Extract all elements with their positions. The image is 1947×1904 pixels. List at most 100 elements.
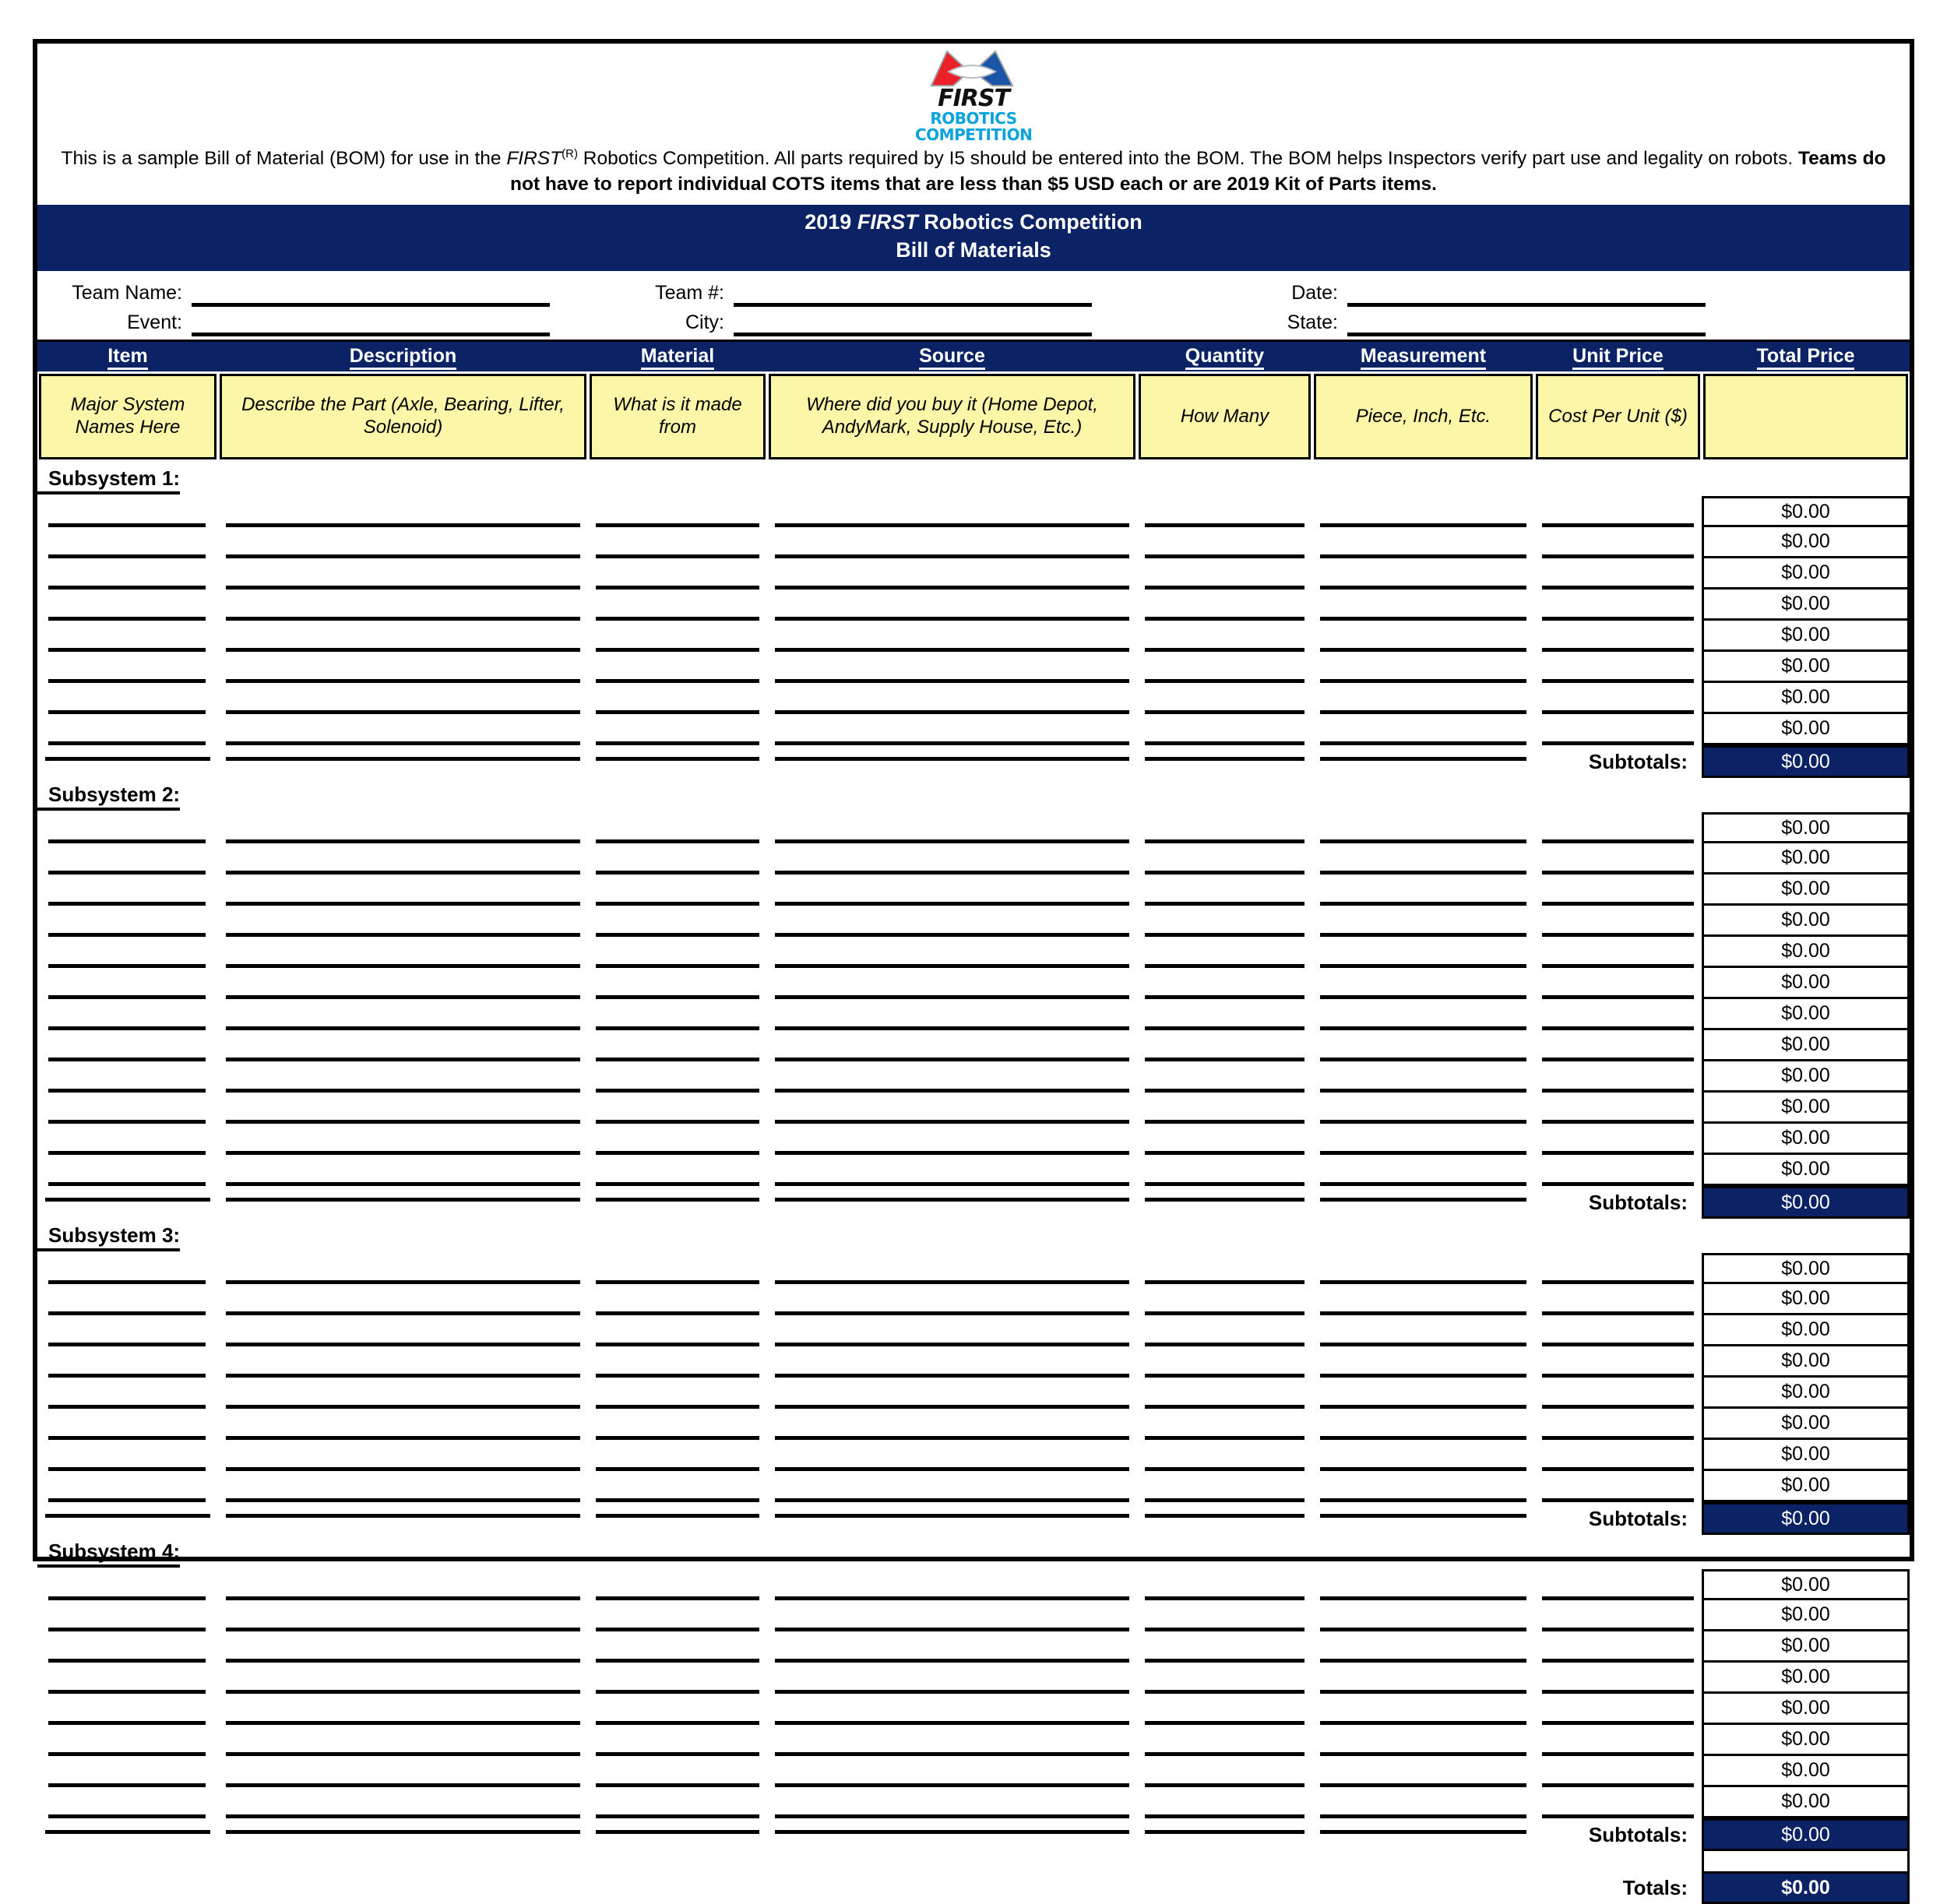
entry-field-line[interactable] <box>48 843 206 875</box>
entry-field-line[interactable] <box>48 1725 206 1757</box>
entry-field-line[interactable] <box>226 1378 580 1410</box>
entry-field-line[interactable] <box>1320 1725 1526 1757</box>
entry-field-line[interactable] <box>775 906 1129 938</box>
entry-field-line[interactable] <box>48 652 206 684</box>
entry-field-line[interactable] <box>1542 1093 1694 1124</box>
entry-field-line[interactable] <box>226 968 580 1000</box>
table-row[interactable]: $0.00 <box>37 968 1910 1000</box>
entry-field-line[interactable] <box>1542 937 1694 969</box>
table-row[interactable]: $0.00 <box>37 590 1910 621</box>
entry-field-line[interactable] <box>1145 875 1304 906</box>
entry-field-line[interactable] <box>596 875 759 906</box>
entry-field-line[interactable] <box>596 999 759 1031</box>
entry-field-line[interactable] <box>775 558 1129 590</box>
entry-field-line[interactable] <box>1542 1725 1694 1757</box>
entry-field-line[interactable] <box>1542 1471 1694 1503</box>
entry-field-line[interactable] <box>1320 999 1526 1031</box>
entry-field-line[interactable] <box>1145 1378 1304 1410</box>
entry-field-line[interactable] <box>48 937 206 969</box>
entry-field-line[interactable] <box>1320 1569 1526 1601</box>
entry-field-line[interactable] <box>48 1346 206 1378</box>
entry-field-line[interactable] <box>226 1093 580 1124</box>
entry-field-line[interactable] <box>1145 1253 1304 1285</box>
entry-field-line[interactable] <box>48 1409 206 1441</box>
entry-field-line[interactable] <box>775 527 1129 559</box>
entry-field-line[interactable] <box>775 1155 1129 1187</box>
subsystem-label[interactable]: Subsystem 2: <box>37 783 181 811</box>
entry-field-line[interactable] <box>775 1346 1129 1378</box>
table-row[interactable]: $0.00 <box>37 1061 1910 1093</box>
entry-field-line[interactable] <box>48 621 206 653</box>
entry-field-line[interactable] <box>48 1253 206 1285</box>
entry-field-line[interactable] <box>1542 1315 1694 1347</box>
table-row[interactable]: $0.00 <box>37 1787 1910 1819</box>
entry-field-line[interactable] <box>1542 999 1694 1031</box>
table-row[interactable]: $0.00 <box>37 1253 1910 1285</box>
entry-field-line[interactable] <box>1542 1253 1694 1285</box>
entry-field-line[interactable] <box>1542 1440 1694 1472</box>
entry-field-line[interactable] <box>1145 621 1304 653</box>
table-row[interactable]: $0.00 <box>37 1315 1910 1347</box>
entry-field-line[interactable] <box>226 999 580 1031</box>
entry-field-line[interactable] <box>596 812 759 844</box>
entry-field-line[interactable] <box>596 1093 759 1124</box>
entry-field-line[interactable] <box>1145 843 1304 875</box>
entry-field-line[interactable] <box>1320 812 1526 844</box>
entry-field-line[interactable] <box>1320 1600 1526 1632</box>
entry-field-line[interactable] <box>1320 968 1526 1000</box>
entry-field-line[interactable] <box>1320 1663 1526 1695</box>
entry-field-line[interactable] <box>596 621 759 653</box>
entry-field-line[interactable] <box>596 1284 759 1316</box>
entry-field-line[interactable] <box>775 714 1129 746</box>
entry-field-line[interactable] <box>1542 1600 1694 1632</box>
entry-field-line[interactable] <box>226 1694 580 1726</box>
entry-field-line[interactable] <box>1145 1440 1304 1472</box>
entry-field-line[interactable] <box>1145 1471 1304 1503</box>
entry-field-line[interactable] <box>596 843 759 875</box>
entry-field-line[interactable] <box>1542 714 1694 746</box>
entry-field-line[interactable] <box>226 683 580 715</box>
entry-field-line[interactable] <box>1145 1756 1304 1788</box>
entry-field-line[interactable] <box>775 1569 1129 1601</box>
entry-field-line[interactable] <box>1145 812 1304 844</box>
entry-field-line[interactable] <box>226 1030 580 1062</box>
entry-field-line[interactable] <box>775 1093 1129 1124</box>
entry-field-line[interactable] <box>775 843 1129 875</box>
entry-field-line[interactable] <box>1542 1030 1694 1062</box>
entry-field-line[interactable] <box>596 590 759 621</box>
entry-field-line[interactable] <box>48 1284 206 1316</box>
entry-field-line[interactable] <box>48 999 206 1031</box>
entry-field-line[interactable] <box>775 1378 1129 1410</box>
entry-field-line[interactable] <box>1320 1378 1526 1410</box>
table-row[interactable]: $0.00 <box>37 1663 1910 1695</box>
entry-field-line[interactable] <box>775 812 1129 844</box>
entry-field-line[interactable] <box>226 496 580 528</box>
entry-field-line[interactable] <box>1320 558 1526 590</box>
entry-field-line[interactable] <box>1320 1093 1526 1124</box>
entry-field-line[interactable] <box>1542 1694 1694 1726</box>
entry-field-line[interactable] <box>596 683 759 715</box>
entry-field-line[interactable] <box>1145 1409 1304 1441</box>
entry-field-line[interactable] <box>226 1569 580 1601</box>
entry-field-line[interactable] <box>775 1284 1129 1316</box>
entry-field-line[interactable] <box>226 1155 580 1187</box>
entry-field-line[interactable] <box>48 1093 206 1124</box>
entry-field-line[interactable] <box>596 1253 759 1285</box>
table-row[interactable]: $0.00 <box>37 527 1910 559</box>
entry-field-line[interactable] <box>1542 496 1694 528</box>
entry-field-line[interactable] <box>775 875 1129 906</box>
subsystem-label[interactable]: Subsystem 4: <box>37 1540 181 1568</box>
entry-field-line[interactable] <box>596 527 759 559</box>
entry-field-line[interactable] <box>1320 1409 1526 1441</box>
entry-field-line[interactable] <box>226 906 580 938</box>
entry-field-line[interactable] <box>48 1631 206 1663</box>
entry-field-line[interactable] <box>775 1409 1129 1441</box>
entry-field-line[interactable] <box>48 1600 206 1632</box>
entry-field-line[interactable] <box>48 683 206 715</box>
entry-field-line[interactable] <box>1320 621 1526 653</box>
entry-field-line[interactable] <box>596 1124 759 1156</box>
entry-field-line[interactable] <box>775 999 1129 1031</box>
entry-field-line[interactable] <box>1320 1346 1526 1378</box>
entry-field-line[interactable] <box>1542 590 1694 621</box>
entry-field-line[interactable] <box>226 937 580 969</box>
